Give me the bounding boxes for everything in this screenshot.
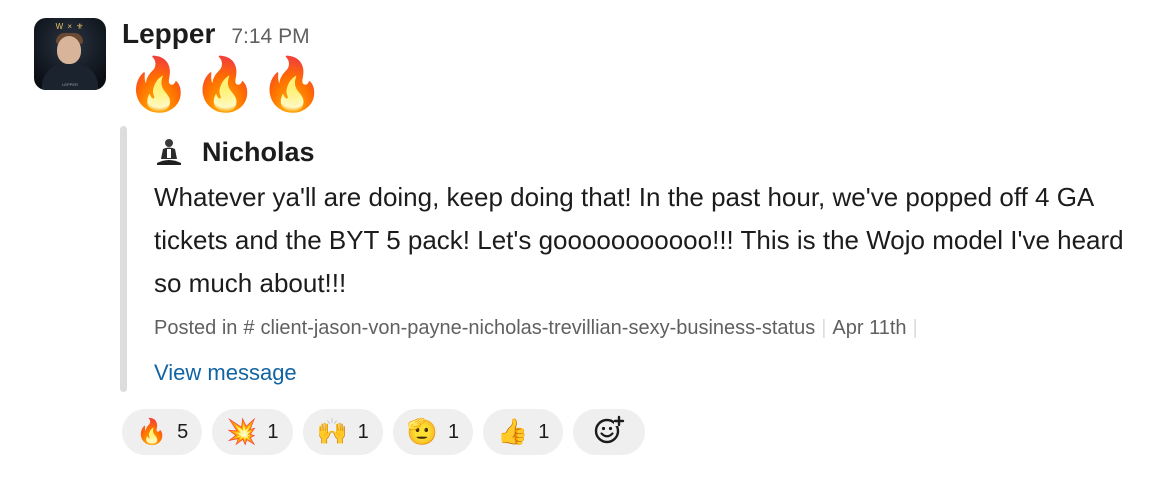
raised-hands-icon: 🙌 <box>316 418 348 446</box>
message-content-emoji: 🔥🔥🔥 <box>126 56 327 114</box>
reaction-count: 1 <box>357 420 369 443</box>
meta-divider: | <box>912 317 918 339</box>
reaction-fire[interactable]: 🔥 5 <box>122 409 203 455</box>
collision-icon: 💥 <box>226 418 258 446</box>
reaction-count: 1 <box>267 420 279 443</box>
quote-author-name[interactable]: Nicholas <box>202 137 315 168</box>
reaction-raised-hands[interactable]: 🙌 1 <box>302 409 383 455</box>
thumbs-up-icon: 👍 <box>497 418 529 446</box>
avatar-head <box>57 36 81 64</box>
meta-divider: | <box>821 317 827 339</box>
fire-icon: 🔥 <box>136 418 168 446</box>
message: W × ⚜ LEPPER Lepper 7:14 PM 🔥🔥🔥 Nicholas… <box>0 0 1150 492</box>
saluting-face-icon: 🫡 <box>406 418 438 446</box>
add-reaction-icon <box>593 414 625 451</box>
avatar-logo: W × ⚜ <box>55 22 85 31</box>
quote-meta: Posted in # client-jason-von-payne-nicho… <box>154 317 1134 340</box>
reaction-count: 1 <box>447 420 460 443</box>
meditating-person-icon <box>154 137 184 167</box>
view-message-link[interactable]: View message <box>154 360 1134 386</box>
reactions-bar: 🔥 5 💥 1 🙌 1 🫡 1 👍 1 <box>122 409 646 455</box>
reaction-saluting-face[interactable]: 🫡 1 <box>392 409 474 455</box>
reaction-count: 1 <box>538 420 550 443</box>
quote-text: Whatever ya'll are doing, keep doing tha… <box>154 182 1124 298</box>
channel-link[interactable]: client-jason-von-payne-nicholas-trevilli… <box>261 317 816 340</box>
quote-bar <box>120 126 127 392</box>
quote-date[interactable]: Apr 11th <box>832 317 906 340</box>
quoted-message: Nicholas Whatever ya'll are doing, keep … <box>154 134 1134 386</box>
avatar[interactable]: W × ⚜ LEPPER <box>34 18 106 90</box>
posted-in-label: Posted in <box>154 317 238 339</box>
sender-name[interactable]: Lepper <box>122 18 215 50</box>
channel-hash-icon: # <box>243 317 255 339</box>
message-header: Lepper 7:14 PM <box>122 18 310 52</box>
avatar-caption: LEPPER <box>62 82 78 87</box>
add-reaction-button[interactable] <box>573 409 646 455</box>
reaction-thumbs-up[interactable]: 👍 1 <box>483 409 564 455</box>
reaction-collision[interactable]: 💥 1 <box>212 409 293 455</box>
reaction-count: 5 <box>177 420 189 443</box>
quote-author: Nicholas <box>154 134 1134 170</box>
timestamp[interactable]: 7:14 PM <box>231 25 309 49</box>
